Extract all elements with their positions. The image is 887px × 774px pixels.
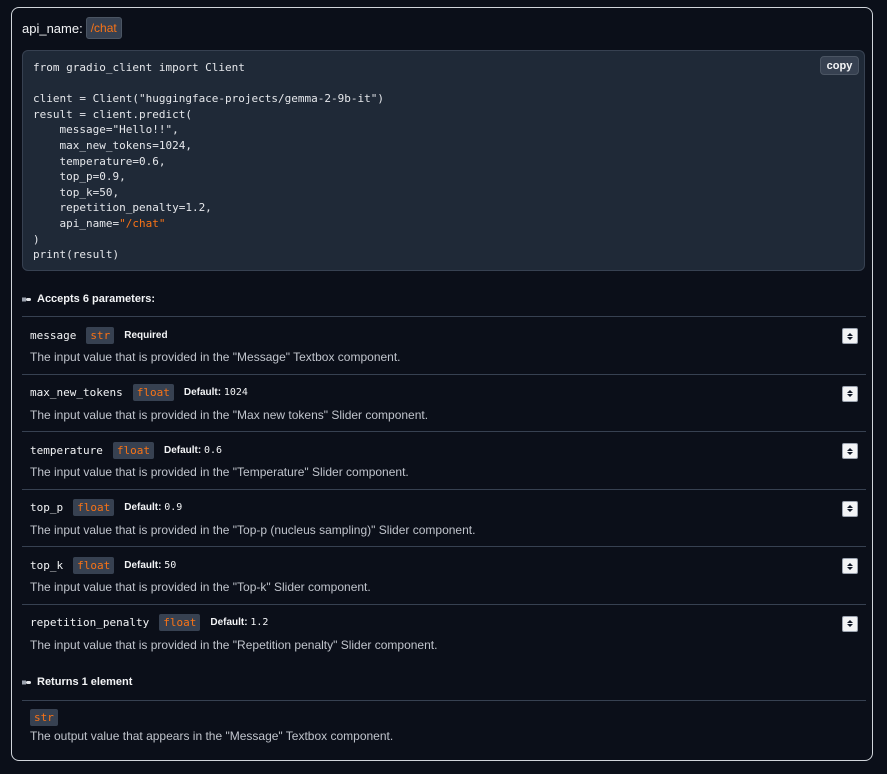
param-description: The input value that is provided in the …: [30, 580, 371, 594]
stepper-icon[interactable]: [842, 500, 858, 517]
param-default: Default: 1024: [183, 387, 248, 398]
param-repetition-penalty: repetition_penalty float Default: 1.2 Th…: [22, 603, 866, 662]
params-list: message str Required The input value tha…: [22, 316, 866, 661]
param-top-k: top_k float Default: 50 The input value …: [22, 546, 866, 604]
param-description: The input value that is provided in the …: [30, 465, 409, 479]
api-docs-panel: api_name: /chat from gradio_client impor…: [11, 7, 873, 761]
collapse-toggle-icon: [22, 680, 31, 685]
return-description: The output value that appears in the "Me…: [30, 729, 394, 743]
stepper-icon[interactable]: [842, 385, 858, 402]
param-top-p: top_p float Default: 0.9 The input value…: [22, 488, 866, 547]
param-type-badge: float: [73, 499, 115, 516]
param-type-badge: float: [159, 614, 201, 631]
param-description: The input value that is provided in the …: [30, 407, 429, 422]
param-default: Default: 0.9: [124, 502, 183, 513]
code-text: from gradio_client import Client client …: [33, 61, 384, 262]
param-default: Default: 1.2: [210, 617, 269, 628]
api-name-badge: /chat: [85, 17, 122, 39]
stepper-icon[interactable]: [842, 615, 858, 632]
param-temperature: temperature float Default: 0.6 The input…: [22, 431, 866, 489]
param-description: The input value that is provided in the …: [30, 350, 401, 364]
accepts-title: Accepts 6 parameters:: [37, 293, 156, 305]
param-name: top_k: [30, 558, 64, 572]
param-name: top_p: [30, 501, 64, 514]
param-name: max_new_tokens: [30, 386, 123, 399]
param-required-label: Required: [124, 329, 168, 341]
return-type-badge: str: [30, 709, 58, 726]
stepper-icon[interactable]: [842, 443, 858, 459]
param-name: message: [30, 328, 77, 342]
returns-title: Returns 1 element: [37, 676, 133, 688]
param-type-badge: str: [86, 326, 115, 344]
stepper-icon[interactable]: [842, 328, 858, 344]
param-name: temperature: [30, 443, 103, 457]
param-type-badge: float: [132, 384, 174, 401]
return-item: str The output value that appears in the…: [22, 700, 866, 753]
stepper-icon[interactable]: [842, 558, 858, 574]
param-default: Default: 50: [124, 559, 177, 571]
param-name: repetition_penalty: [30, 616, 150, 629]
api-name-row: api_name: /chat: [22, 17, 122, 39]
collapse-toggle-icon: [22, 297, 31, 302]
param-message: message str Required The input value tha…: [22, 316, 866, 374]
param-description: The input value that is provided in the …: [30, 637, 438, 652]
api-name-label: api_name:: [22, 20, 83, 36]
param-type-badge: float: [112, 441, 154, 459]
code-snippet: from gradio_client import Client client …: [22, 50, 865, 271]
param-description: The input value that is provided in the …: [30, 522, 476, 537]
copy-button[interactable]: copy: [820, 56, 859, 75]
param-type-badge: float: [73, 556, 115, 574]
param-max-new-tokens: max_new_tokens float Default: 1024 The i…: [22, 373, 866, 432]
accepts-header[interactable]: Accepts 6 parameters:: [22, 291, 155, 307]
param-default: Default: 0.6: [163, 444, 223, 456]
returns-header[interactable]: Returns 1 element: [22, 674, 132, 690]
